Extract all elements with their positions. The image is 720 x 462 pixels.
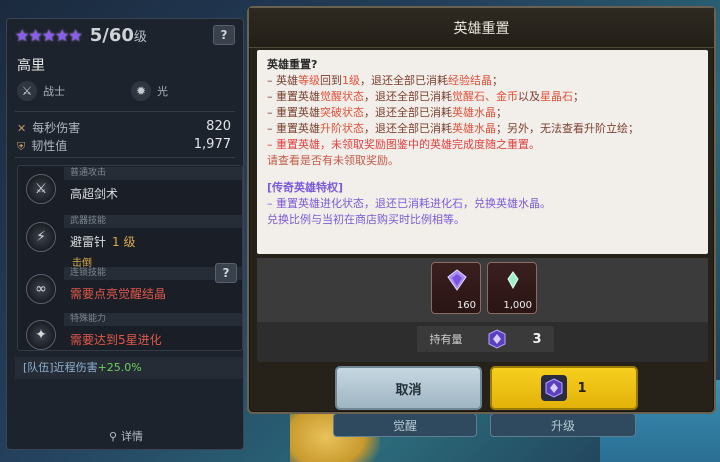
info-line-breakthrough: – 重置英雄突破状态，退还全部已消耗英雄水晶；: [267, 106, 507, 119]
info-line-awaken: – 重置英雄觉醒状态，退还全部已消耗觉醒石、金币以及星晶石；: [267, 90, 584, 103]
stat-toughness: ⛨ 韧性值 1,977: [17, 137, 231, 153]
sword-skill-icon: ⚔: [26, 174, 56, 204]
skill-list: ⚔ 普通攻击 高超剑术 ⚡ 武器技能 避雷针 1 级 击倒 ∞ 连锁技能 需要点亮…: [17, 165, 243, 351]
green-crystal-icon: [507, 271, 519, 290]
purple-crystal-icon: [447, 269, 467, 291]
lightning-rod-icon: ⚡: [26, 222, 56, 252]
chain-link-icon: ∞: [26, 274, 56, 304]
refund-item-green-crystal[interactable]: 1,000: [487, 262, 537, 314]
character-panel: ★★★★★ 5/60级 ? 高里 ⚔ 战士 ✹ 光 ✕ 每秒伤害 820 ⛨ 韧性值…: [6, 18, 244, 450]
privilege-title: [传奇英雄特权]: [267, 181, 344, 194]
element-tag: ✹ 光: [131, 81, 168, 101]
chain-help-button[interactable]: ?: [215, 263, 237, 283]
refund-area: 160 1,000 持有量 3: [257, 258, 708, 362]
info-line-ascend: – 重置英雄升阶状态，退还全部已消耗英雄水晶；另外，无法查看升阶立绘；: [267, 122, 639, 135]
info-line-level: – 英雄等级回到1级，退还全部已消耗经验结晶；: [267, 74, 503, 87]
character-header: ★★★★★ 5/60级: [7, 19, 243, 51]
hero-crystal-icon: [541, 375, 568, 401]
search-icon: ⚲: [108, 429, 118, 443]
divider: [15, 157, 235, 158]
skill-chain[interactable]: ∞ 连锁技能 需要点亮觉醒结晶: [18, 266, 242, 312]
character-name: 高里: [17, 58, 45, 74]
stat-dps: ✕ 每秒伤害 820: [17, 119, 231, 135]
awaken-tab[interactable]: 觉醒: [333, 413, 477, 437]
refund-item-purple-crystal[interactable]: 160: [431, 262, 481, 314]
help-button[interactable]: ?: [213, 25, 235, 45]
reset-info: 英雄重置? – 英雄等级回到1级，退还全部已消耗经验结晶； – 重置英雄觉醒状态…: [257, 50, 708, 254]
special-ability-icon: ✦: [26, 320, 56, 350]
dialog-title: 英雄重置: [249, 8, 714, 48]
light-element-icon: ✹: [131, 81, 151, 101]
detail-button[interactable]: ⚲ 详情: [13, 425, 239, 447]
team-bonus: [队伍]近程伤害+25.0%: [15, 357, 243, 379]
skill-normal-attack[interactable]: ⚔ 普通攻击 高超剑术: [18, 166, 242, 212]
star-rating: ★★★★★: [15, 25, 83, 45]
cancel-button[interactable]: 取消: [335, 366, 482, 410]
shield-icon: ⛨: [17, 140, 26, 153]
class-tag: ⚔ 战士: [17, 81, 65, 101]
upgrade-tab[interactable]: 升级: [490, 413, 636, 437]
skill-weapon[interactable]: ⚡ 武器技能 避雷针 1 级 击倒: [18, 214, 242, 269]
hero-reset-dialog: 英雄重置 英雄重置? – 英雄等级回到1级，退还全部已消耗经验结晶； – 重置英…: [247, 6, 716, 414]
unclaimed-notice: 请查看是否有未领取奖励。: [267, 154, 399, 167]
confirm-reset-button[interactable]: 1: [490, 366, 638, 410]
swords-icon: ✕: [17, 122, 27, 135]
character-level: 5/60级: [89, 24, 147, 46]
owned-quantity: 持有量 3: [417, 326, 554, 352]
refund-strip: 160 1,000: [257, 258, 708, 322]
skill-special[interactable]: ✦ 特殊能力 需要达到5星进化: [18, 312, 242, 358]
sword-cross-icon: ⚔: [17, 81, 37, 101]
divider: [15, 111, 235, 112]
warning-line: – 重置英雄，未领取奖励图鉴中的英雄完成度随之重置。: [267, 138, 540, 151]
hero-crystal-icon: [488, 329, 506, 349]
